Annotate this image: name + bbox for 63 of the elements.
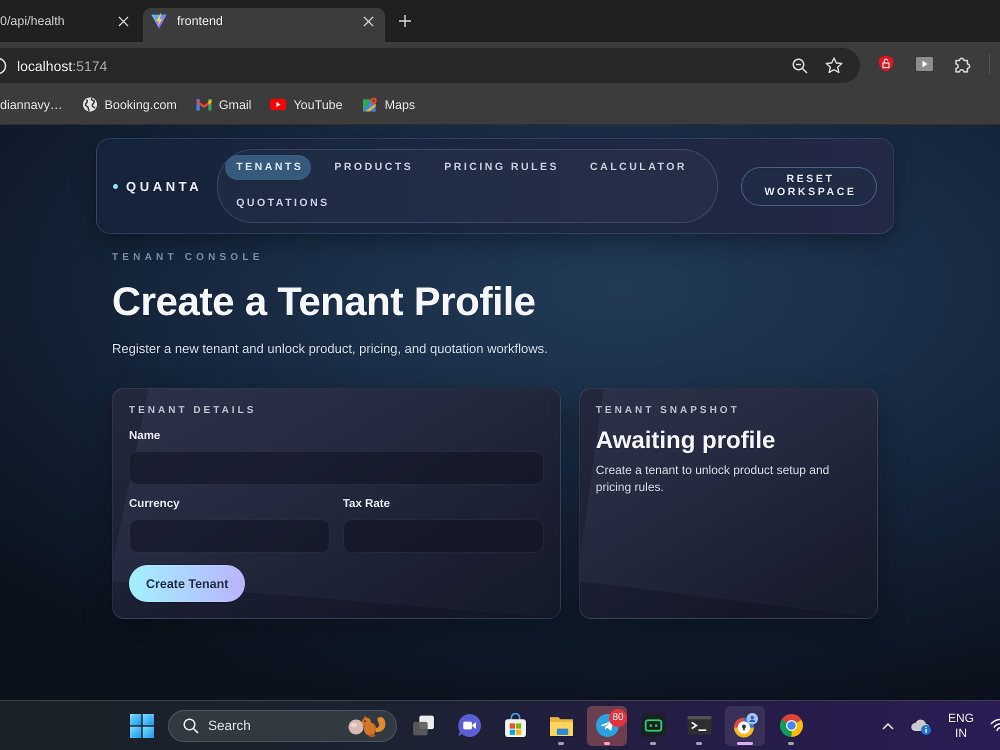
letter-m-icon bbox=[196, 97, 212, 112]
shopping-bag-icon bbox=[502, 713, 528, 738]
section-eyebrow: TENANT CONSOLE bbox=[112, 252, 265, 264]
caret-up-icon[interactable] bbox=[882, 722, 894, 730]
close-icon[interactable] bbox=[118, 16, 129, 26]
taskbar-app-button[interactable]: 80 bbox=[587, 706, 627, 746]
video-chat-icon bbox=[456, 713, 482, 738]
puzzle-icon[interactable] bbox=[954, 55, 972, 73]
reset-workspace-button[interactable]: RESET WORKSPACE bbox=[741, 166, 877, 206]
globe-icon bbox=[82, 97, 98, 112]
create-tenant-button[interactable]: Create Tenant bbox=[129, 565, 246, 602]
brand-name: QUANTA bbox=[126, 178, 202, 194]
field-label: Currency bbox=[129, 497, 180, 511]
address-bar[interactable]: localhost:5174 bbox=[0, 48, 860, 83]
search-bar[interactable]: Search bbox=[168, 710, 397, 742]
bookmark[interactable]: Booking.com bbox=[82, 97, 177, 112]
browser-tab[interactable]: 0/api/health bbox=[0, 8, 140, 42]
search-icon bbox=[183, 718, 199, 734]
page-subtitle: Register a new tenant and unlock product, pricing, and quotation workflows. bbox=[112, 340, 549, 358]
field-label: Tax Rate bbox=[342, 497, 391, 511]
page-title: Create a Tenant Profile bbox=[112, 280, 537, 324]
input-language-indicator[interactable]: ENG IN bbox=[946, 710, 976, 740]
bookmark[interactable]: Gmail bbox=[196, 97, 252, 112]
overlapping-squares-icon bbox=[410, 713, 436, 738]
start-icon[interactable] bbox=[130, 714, 154, 738]
close-icon[interactable] bbox=[363, 16, 374, 26]
nav-tab[interactable]: CALCULATOR bbox=[579, 155, 695, 180]
logo-dot-icon bbox=[113, 184, 118, 188]
star-icon[interactable] bbox=[825, 57, 843, 74]
map-pin-icon bbox=[362, 97, 378, 112]
squirrel-icon bbox=[348, 714, 388, 738]
notification-badge: 80 bbox=[609, 708, 627, 726]
input-field[interactable] bbox=[129, 451, 544, 485]
nav-tab[interactable]: PRODUCTS bbox=[323, 155, 422, 180]
bookmark[interactable]: Maps bbox=[362, 97, 416, 112]
bookmark[interactable]: diannavy… bbox=[0, 98, 63, 112]
snapshot-title: Awaiting profile bbox=[596, 427, 776, 455]
shield-lock-icon[interactable] bbox=[878, 55, 894, 72]
field-label: Name bbox=[129, 429, 162, 443]
card-heading: TENANT DETAILS bbox=[129, 405, 258, 417]
wifi-icon[interactable] bbox=[990, 718, 1000, 734]
nav-tab[interactable]: PRICING RULES bbox=[433, 155, 568, 180]
new-tab-icon[interactable] bbox=[399, 15, 411, 27]
bolt-triangle-icon bbox=[151, 13, 167, 29]
lock-browser-icon bbox=[732, 713, 758, 738]
browser-tab[interactable]: frontend bbox=[143, 8, 385, 42]
site-info-icon[interactable] bbox=[0, 56, 7, 74]
nav-tab[interactable]: QUOTATIONS bbox=[225, 191, 338, 216]
terminal-icon bbox=[686, 713, 712, 738]
video-play-icon bbox=[270, 97, 286, 112]
zoom-out-icon[interactable] bbox=[792, 58, 808, 74]
input-field[interactable] bbox=[129, 519, 330, 553]
play-icon[interactable] bbox=[916, 57, 933, 71]
search-input[interactable]: Search bbox=[208, 718, 348, 733]
cloud-info-icon[interactable] bbox=[910, 716, 932, 734]
nav-tab[interactable]: TENANTS bbox=[225, 155, 312, 180]
url-text: localhost:5174 bbox=[17, 58, 108, 74]
card-heading: TENANT SNAPSHOT bbox=[596, 405, 741, 417]
screen-icon bbox=[640, 713, 666, 738]
circle-logo-icon bbox=[778, 713, 804, 738]
taskbar-app-button[interactable] bbox=[725, 706, 765, 746]
snapshot-description: Create a tenant to unlock product setup and pricing rules. bbox=[596, 462, 830, 496]
bookmark[interactable]: YouTube bbox=[270, 97, 343, 112]
